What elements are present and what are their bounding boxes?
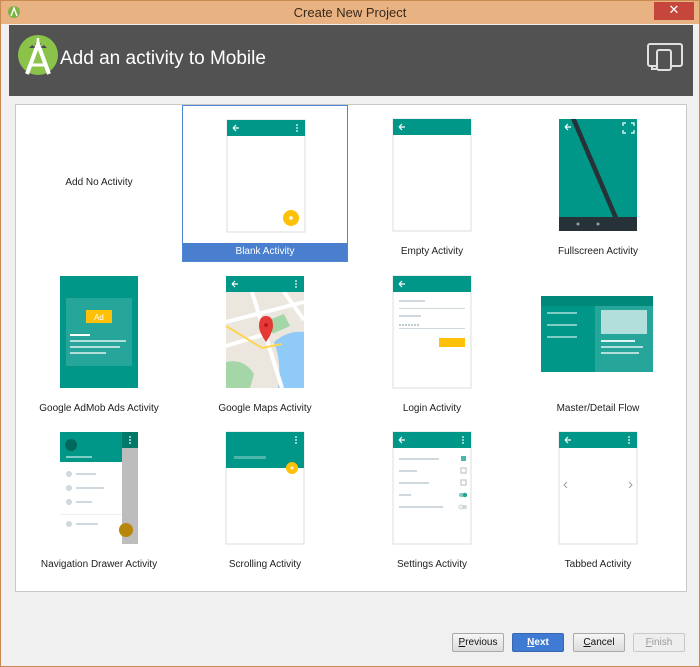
scrolling-activity-thumbnail [225, 431, 305, 545]
title-bar[interactable]: Create New Project ✕ [1, 1, 699, 24]
template-google-maps-activity[interactable]: Google Maps Activity [182, 262, 348, 419]
fullscreen-activity-thumbnail [559, 119, 637, 231]
settings-activity-thumbnail [392, 431, 472, 545]
template-settings-activity[interactable]: Settings Activity [349, 418, 515, 575]
template-label: Master/Detail Flow [556, 403, 640, 414]
ad-label: Ad [94, 313, 104, 322]
template-navigation-drawer-activity[interactable]: Navigation Drawer Activity [16, 418, 182, 575]
finish-button[interactable]: Finish [633, 633, 685, 652]
template-label: Google AdMob Ads Activity [39, 403, 159, 414]
login-activity-thumbnail [392, 275, 472, 389]
template-label: Google Maps Activity [218, 403, 312, 414]
template-label: Login Activity [402, 403, 462, 414]
template-add-no-activity[interactable]: Add No Activity [16, 105, 182, 262]
template-label: Fullscreen Activity [557, 246, 639, 257]
google-maps-activity-thumbnail [225, 276, 306, 389]
wizard-header: Add an activity to Mobile [9, 25, 693, 96]
template-tabbed-activity[interactable]: Tabbed Activity [515, 418, 681, 575]
cancel-button[interactable]: Cancel [573, 633, 625, 652]
tabbed-activity-thumbnail [558, 431, 638, 545]
template-admob-activity[interactable]: Ad Google AdMob Ads Activity [16, 262, 182, 419]
previous-button[interactable]: Previous [452, 633, 504, 652]
master-detail-flow-thumbnail [541, 296, 653, 372]
phone-tablet-icon [647, 43, 683, 71]
template-gallery: Add No Activity Blank Activity Empty Act… [15, 104, 687, 592]
android-studio-logo [18, 35, 58, 75]
template-label: Add No Activity [65, 177, 133, 188]
template-label: Navigation Drawer Activity [40, 559, 158, 570]
template-empty-activity[interactable]: Empty Activity [349, 105, 515, 262]
wizard-title: Add an activity to Mobile [60, 48, 266, 69]
template-label: Settings Activity [396, 559, 468, 570]
template-label: Tabbed Activity [564, 559, 632, 570]
template-fullscreen-activity[interactable]: Fullscreen Activity [515, 105, 681, 262]
template-label: Scrolling Activity [228, 559, 302, 570]
template-login-activity[interactable]: Login Activity [349, 262, 515, 419]
navigation-drawer-activity-thumbnail [60, 432, 138, 544]
template-master-detail-flow[interactable]: Master/Detail Flow [515, 262, 681, 419]
close-button[interactable]: ✕ [654, 2, 694, 20]
template-blank-activity[interactable]: Blank Activity [182, 105, 348, 262]
template-scrolling-activity[interactable]: Scrolling Activity [182, 418, 348, 575]
empty-activity-thumbnail [392, 118, 472, 232]
template-label: Blank Activity [183, 243, 347, 261]
window-title: Create New Project [293, 5, 407, 20]
template-label: Empty Activity [400, 246, 464, 257]
dialog-window: Create New Project ✕ Add an activity to … [0, 0, 700, 667]
blank-activity-thumbnail [226, 119, 306, 233]
next-button[interactable]: Next [512, 633, 564, 652]
admob-activity-thumbnail: Ad [60, 276, 138, 388]
